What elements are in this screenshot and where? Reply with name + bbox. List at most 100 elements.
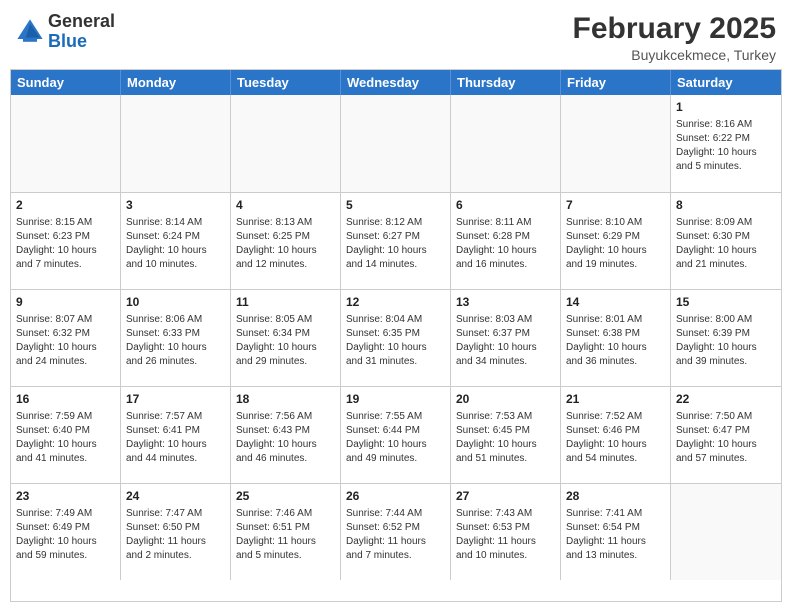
header: General Blue February 2025 Buyukcekmece,… [0, 0, 792, 69]
day-number: 20 [456, 391, 555, 407]
cal-cell-2-3: 4 Sunrise: 8:13 AMSunset: 6:25 PMDaylight… [231, 193, 341, 289]
cal-cell-1-3 [231, 95, 341, 192]
cal-cell-5-5: 27 Sunrise: 7:43 AMSunset: 6:53 PMDayligh… [451, 484, 561, 580]
cal-row-1: 1Sunrise: 8:16 AMSunset: 6:22 PMDaylight… [11, 95, 781, 192]
day-number: 3 [126, 197, 225, 213]
day-number: 19 [346, 391, 445, 407]
cal-cell-4-4: 19 Sunrise: 7:55 AMSunset: 6:44 PMDayligh… [341, 387, 451, 483]
day-info: Sunrise: 7:55 AMSunset: 6:44 PMDaylight:… [346, 410, 445, 466]
calendar-body: 1Sunrise: 8:16 AMSunset: 6:22 PMDaylight… [11, 95, 781, 580]
day-info: Sunrise: 7:59 AMSunset: 6:40 PMDaylight:… [16, 410, 115, 466]
day-number: 21 [566, 391, 665, 407]
day-number: 5 [346, 197, 445, 213]
cal-cell-3-7: 15 Sunrise: 8:00 AMSunset: 6:39 PMDayligh… [671, 290, 781, 386]
day-number: 10 [126, 294, 225, 310]
day-info: Sunrise: 8:12 AMSunset: 6:27 PMDaylight:… [346, 216, 445, 272]
weekday-saturday: Saturday [671, 70, 781, 95]
cal-cell-3-1: 9 Sunrise: 8:07 AMSunset: 6:32 PMDaylight… [11, 290, 121, 386]
day-info: Sunrise: 8:03 AMSunset: 6:37 PMDaylight:… [456, 313, 555, 369]
day-info: Sunrise: 7:44 AMSunset: 6:52 PMDaylight:… [346, 507, 445, 563]
cal-cell-5-6: 28 Sunrise: 7:41 AMSunset: 6:54 PMDayligh… [561, 484, 671, 580]
day-info: Sunrise: 8:15 AMSunset: 6:23 PMDaylight:… [16, 216, 115, 272]
day-number: 22 [676, 391, 776, 407]
day-info: Sunrise: 7:53 AMSunset: 6:45 PMDaylight:… [456, 410, 555, 466]
day-number: 14 [566, 294, 665, 310]
day-info: Sunrise: 7:43 AMSunset: 6:53 PMDaylight:… [456, 507, 555, 563]
page: General Blue February 2025 Buyukcekmece,… [0, 0, 792, 612]
cal-cell-3-6: 14 Sunrise: 8:01 AMSunset: 6:38 PMDayligh… [561, 290, 671, 386]
cal-cell-3-3: 11Sunrise: 8:05 AMSunset: 6:34 PMDayligh… [231, 290, 341, 386]
cal-cell-1-5 [451, 95, 561, 192]
day-number: 16 [16, 391, 115, 407]
day-number: 23 [16, 488, 115, 504]
calendar: SundayMondayTuesdayWednesdayThursdayFrid… [10, 69, 782, 602]
cal-cell-1-2 [121, 95, 231, 192]
cal-cell-5-2: 24Sunrise: 7:47 AMSunset: 6:50 PMDayligh… [121, 484, 231, 580]
cal-row-5: 23 Sunrise: 7:49 AMSunset: 6:49 PMDayligh… [11, 483, 781, 580]
logo: General Blue [16, 12, 115, 52]
logo-text: General Blue [48, 12, 115, 52]
logo-general: General [48, 11, 115, 31]
day-info: Sunrise: 8:16 AMSunset: 6:22 PMDaylight:… [676, 118, 776, 174]
day-number: 2 [16, 197, 115, 213]
cal-row-3: 9 Sunrise: 8:07 AMSunset: 6:32 PMDaylight… [11, 289, 781, 386]
logo-blue: Blue [48, 31, 87, 51]
cal-cell-3-2: 10 Sunrise: 8:06 AMSunset: 6:33 PMDayligh… [121, 290, 231, 386]
day-number: 9 [16, 294, 115, 310]
cal-cell-2-1: 2 Sunrise: 8:15 AMSunset: 6:23 PMDaylight… [11, 193, 121, 289]
day-info: Sunrise: 8:06 AMSunset: 6:33 PMDaylight:… [126, 313, 225, 369]
cal-cell-2-7: 8 Sunrise: 8:09 AMSunset: 6:30 PMDaylight… [671, 193, 781, 289]
cal-cell-5-1: 23 Sunrise: 7:49 AMSunset: 6:49 PMDayligh… [11, 484, 121, 580]
cal-cell-1-7: 1Sunrise: 8:16 AMSunset: 6:22 PMDaylight… [671, 95, 781, 192]
day-number: 15 [676, 294, 776, 310]
day-info: Sunrise: 7:41 AMSunset: 6:54 PMDaylight:… [566, 507, 665, 563]
cal-cell-1-6 [561, 95, 671, 192]
day-info: Sunrise: 8:07 AMSunset: 6:32 PMDaylight:… [16, 313, 115, 369]
day-number: 28 [566, 488, 665, 504]
cal-cell-4-5: 20 Sunrise: 7:53 AMSunset: 6:45 PMDayligh… [451, 387, 561, 483]
day-info: Sunrise: 7:49 AMSunset: 6:49 PMDaylight:… [16, 507, 115, 563]
cal-cell-4-7: 22 Sunrise: 7:50 AMSunset: 6:47 PMDayligh… [671, 387, 781, 483]
location: Buyukcekmece, Turkey [573, 47, 776, 63]
cal-cell-1-4 [341, 95, 451, 192]
cal-cell-1-1 [11, 95, 121, 192]
cal-cell-3-4: 12Sunrise: 8:04 AMSunset: 6:35 PMDayligh… [341, 290, 451, 386]
day-info: Sunrise: 8:09 AMSunset: 6:30 PMDaylight:… [676, 216, 776, 272]
day-number: 4 [236, 197, 335, 213]
day-number: 6 [456, 197, 555, 213]
day-info: Sunrise: 8:14 AMSunset: 6:24 PMDaylight:… [126, 216, 225, 272]
cal-cell-4-2: 17 Sunrise: 7:57 AMSunset: 6:41 PMDayligh… [121, 387, 231, 483]
day-info: Sunrise: 8:00 AMSunset: 6:39 PMDaylight:… [676, 313, 776, 369]
title-block: February 2025 Buyukcekmece, Turkey [573, 12, 776, 63]
day-number: 8 [676, 197, 776, 213]
cal-cell-5-7 [671, 484, 781, 580]
logo-icon [16, 18, 44, 46]
cal-cell-5-3: 25 Sunrise: 7:46 AMSunset: 6:51 PMDayligh… [231, 484, 341, 580]
day-number: 13 [456, 294, 555, 310]
month-year: February 2025 [573, 12, 776, 45]
cal-cell-2-4: 5 Sunrise: 8:12 AMSunset: 6:27 PMDaylight… [341, 193, 451, 289]
cal-row-2: 2 Sunrise: 8:15 AMSunset: 6:23 PMDaylight… [11, 192, 781, 289]
weekday-thursday: Thursday [451, 70, 561, 95]
day-number: 11 [236, 294, 335, 310]
day-info: Sunrise: 7:52 AMSunset: 6:46 PMDaylight:… [566, 410, 665, 466]
day-info: Sunrise: 8:11 AMSunset: 6:28 PMDaylight:… [456, 216, 555, 272]
day-info: Sunrise: 8:04 AMSunset: 6:35 PMDaylight:… [346, 313, 445, 369]
day-info: Sunrise: 8:13 AMSunset: 6:25 PMDaylight:… [236, 216, 335, 272]
weekday-monday: Monday [121, 70, 231, 95]
cal-cell-2-2: 3 Sunrise: 8:14 AMSunset: 6:24 PMDaylight… [121, 193, 231, 289]
day-info: Sunrise: 7:56 AMSunset: 6:43 PMDaylight:… [236, 410, 335, 466]
day-number: 7 [566, 197, 665, 213]
weekday-sunday: Sunday [11, 70, 121, 95]
day-info: Sunrise: 7:57 AMSunset: 6:41 PMDaylight:… [126, 410, 225, 466]
day-number: 25 [236, 488, 335, 504]
day-info: Sunrise: 8:01 AMSunset: 6:38 PMDaylight:… [566, 313, 665, 369]
cal-cell-4-3: 18Sunrise: 7:56 AMSunset: 6:43 PMDayligh… [231, 387, 341, 483]
cal-cell-4-6: 21 Sunrise: 7:52 AMSunset: 6:46 PMDayligh… [561, 387, 671, 483]
day-number: 27 [456, 488, 555, 504]
day-number: 17 [126, 391, 225, 407]
day-info: Sunrise: 7:50 AMSunset: 6:47 PMDaylight:… [676, 410, 776, 466]
cal-cell-2-6: 7Sunrise: 8:10 AMSunset: 6:29 PMDaylight… [561, 193, 671, 289]
day-info: Sunrise: 7:46 AMSunset: 6:51 PMDaylight:… [236, 507, 335, 563]
day-number: 26 [346, 488, 445, 504]
